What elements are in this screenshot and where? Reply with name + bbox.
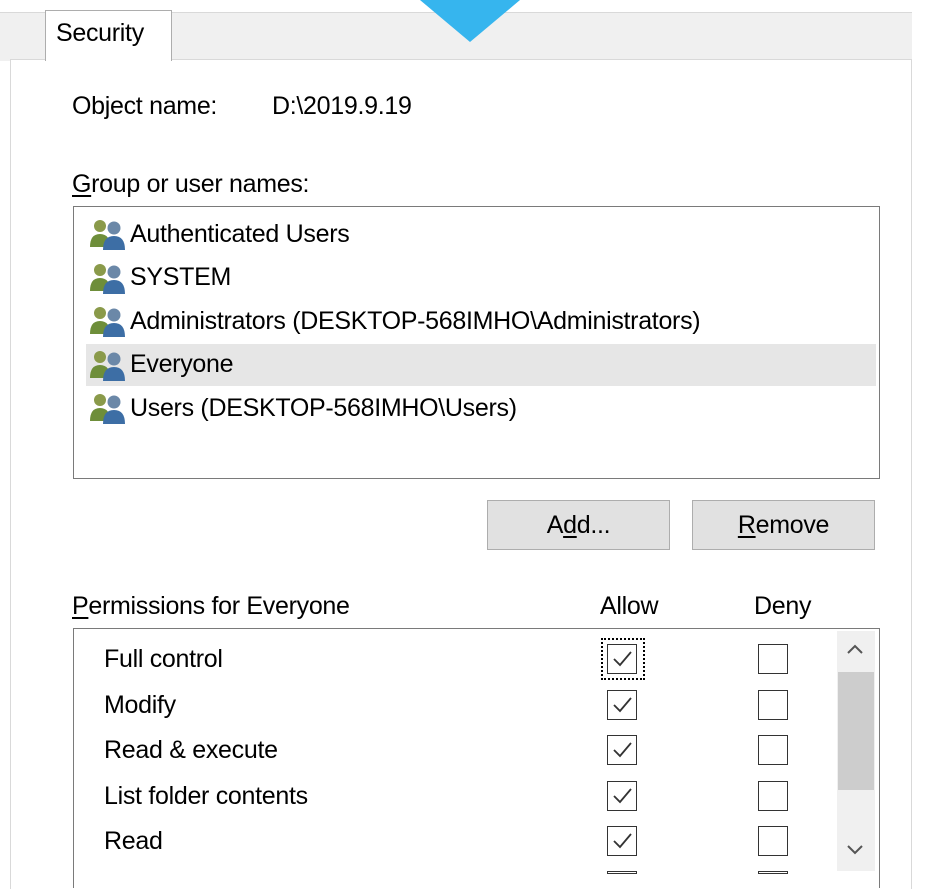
user-name: SYSTEM: [130, 263, 231, 291]
user-group-icon: [88, 261, 128, 295]
window-edge: [912, 0, 934, 874]
checkmark-icon: [613, 833, 632, 849]
remove-button-mnemonic: R: [737, 510, 756, 539]
scrollbar-thumb[interactable]: [838, 672, 874, 790]
checkmark-icon: [613, 742, 632, 758]
permissions-mnemonic: P: [72, 592, 89, 620]
checkmark-icon: [613, 787, 632, 803]
permission-name: Full control: [104, 645, 223, 673]
pointer-cursor-icon: [420, 0, 520, 42]
focus-indicator: [601, 638, 645, 680]
deny-checkbox[interactable]: [758, 780, 788, 811]
list-item[interactable]: SYSTEM: [86, 257, 876, 299]
user-group-icon: [88, 217, 128, 251]
permission-name: List folder contents: [104, 781, 308, 810]
deny-checkbox[interactable]: [758, 735, 788, 765]
allow-column-header: Allow: [600, 592, 659, 620]
deny-checkbox[interactable]: [758, 644, 788, 674]
allow-checkbox[interactable]: [607, 826, 637, 856]
user-name: Users (DESKTOP-568IMHO\Users): [130, 393, 517, 422]
user-name: Authenticated Users: [130, 219, 350, 248]
permissions-label-text: ermissions for Everyone: [88, 592, 350, 620]
allow-checkbox[interactable]: [607, 689, 637, 720]
permissions-label: Permissions for Everyone: [72, 592, 350, 621]
allow-checkbox[interactable]: [607, 735, 637, 765]
user-name: Administrators (DESKTOP-568IMHO\Administ…: [130, 306, 701, 335]
list-item[interactable]: Authenticated Users: [86, 213, 876, 255]
checkmark-icon: [613, 696, 632, 712]
user-group-icon: [88, 348, 128, 382]
permission-name: Read: [104, 827, 163, 855]
permission-name: Read & execute: [104, 736, 278, 764]
scroll-down-arrow-icon[interactable]: [845, 843, 865, 857]
remove-button[interactable]: Remove: [692, 500, 875, 550]
user-name: Everyone: [130, 350, 234, 378]
add-button-mnemonic: d: [563, 510, 577, 539]
user-group-icon: [88, 304, 128, 338]
allow-checkbox[interactable]: [607, 780, 637, 811]
group-names-label: Group or user names:: [72, 170, 309, 199]
remove-button-label-rest: emove: [755, 510, 830, 539]
group-user-list[interactable]: Authenticated Users SYSTEM Administrators …: [73, 206, 880, 479]
group-names-label-text: roup or user names:: [91, 170, 310, 198]
group-names-mnemonic: G: [72, 170, 92, 198]
deny-checkbox[interactable]: [758, 689, 788, 720]
tab-security[interactable]: Security: [45, 10, 172, 61]
list-item[interactable]: Users (DESKTOP-568IMHO\Users): [86, 387, 876, 429]
permission-name: Modify: [104, 690, 176, 719]
deny-column-header: Deny: [754, 592, 812, 620]
list-item[interactable]: Everyone: [86, 343, 876, 386]
add-button[interactable]: Ad d...: [487, 500, 670, 550]
add-button-label-a: A: [546, 510, 564, 539]
add-button-label-rest: d...: [576, 510, 611, 539]
object-name-value: D:\2019.9.19: [272, 92, 412, 120]
object-name-label: Object name:: [72, 92, 218, 120]
tab-security-label: Security: [56, 19, 144, 47]
user-group-icon: [88, 391, 128, 425]
scroll-up-arrow-icon[interactable]: [845, 642, 865, 656]
deny-checkbox[interactable]: [758, 826, 788, 856]
list-item[interactable]: Administrators (DESKTOP-568IMHO\Administ…: [86, 300, 876, 342]
